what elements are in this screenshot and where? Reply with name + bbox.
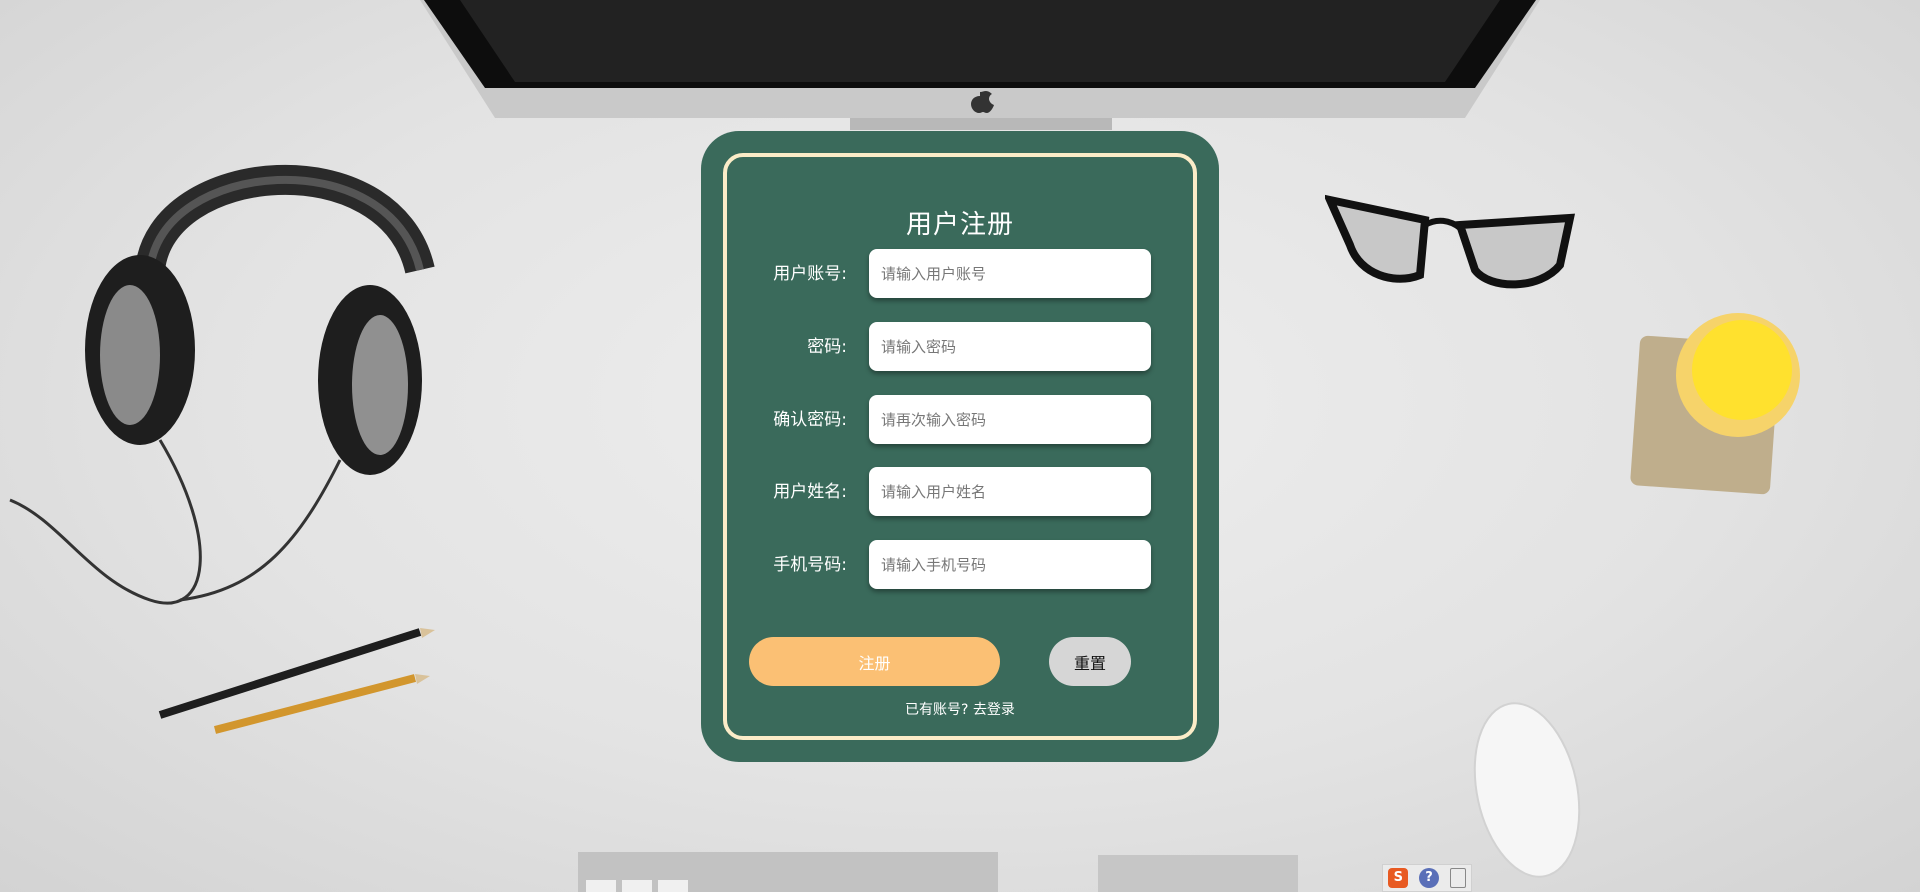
mouse-decoration: [1473, 702, 1581, 878]
sogou-ime-icon[interactable]: S: [1388, 868, 1409, 888]
register-card: 用户注册 用户账号: 密码: 确认密码: 用户姓名: 手机号码:: [701, 131, 1219, 762]
login-prompt-text: 已有账号?: [905, 702, 969, 718]
monitor-decoration: [420, 0, 1540, 130]
system-tray: S ?: [1382, 864, 1472, 892]
form-row-password: 密码:: [727, 322, 1193, 372]
phone-input[interactable]: [869, 540, 1151, 589]
confirm-password-input[interactable]: [869, 395, 1151, 444]
login-prompt: 已有账号? 去登录: [727, 699, 1193, 719]
password-input[interactable]: [869, 322, 1151, 371]
password-label: 密码:: [807, 337, 847, 357]
juice-glass-decoration: [1630, 313, 1800, 495]
register-card-inner: 用户注册 用户账号: 密码: 确认密码: 用户姓名: 手机号码:: [723, 153, 1197, 740]
desk-background: S ? 用户注册 用户账号: 密码: 确认密码: 用户姓名:: [0, 0, 1920, 892]
keyboard-decoration: [578, 852, 998, 892]
help-icon[interactable]: ?: [1418, 868, 1439, 888]
phone-label: 手机号码:: [773, 555, 847, 575]
headphones-decoration: [9, 165, 435, 605]
form-row-confirm-password: 确认密码:: [727, 395, 1193, 445]
reset-button[interactable]: 重置: [1049, 637, 1131, 686]
confirm-password-label: 确认密码:: [773, 410, 847, 430]
page-title: 用户注册: [905, 210, 1014, 240]
pencils-decoration: [158, 628, 435, 734]
form-row-account: 用户账号:: [727, 249, 1193, 299]
expand-icon[interactable]: [1449, 868, 1466, 888]
register-button[interactable]: 注册: [749, 637, 1000, 686]
account-label: 用户账号:: [773, 264, 847, 284]
go-login-link[interactable]: 去登录: [973, 702, 1015, 718]
form-row-username: 用户姓名:: [727, 467, 1193, 517]
username-input[interactable]: [869, 467, 1151, 516]
account-input[interactable]: [869, 249, 1151, 298]
trackpad-decoration: [1098, 855, 1298, 892]
form-row-phone: 手机号码:: [727, 540, 1193, 590]
username-label: 用户姓名:: [773, 482, 847, 502]
glasses-decoration: [1325, 194, 1576, 289]
